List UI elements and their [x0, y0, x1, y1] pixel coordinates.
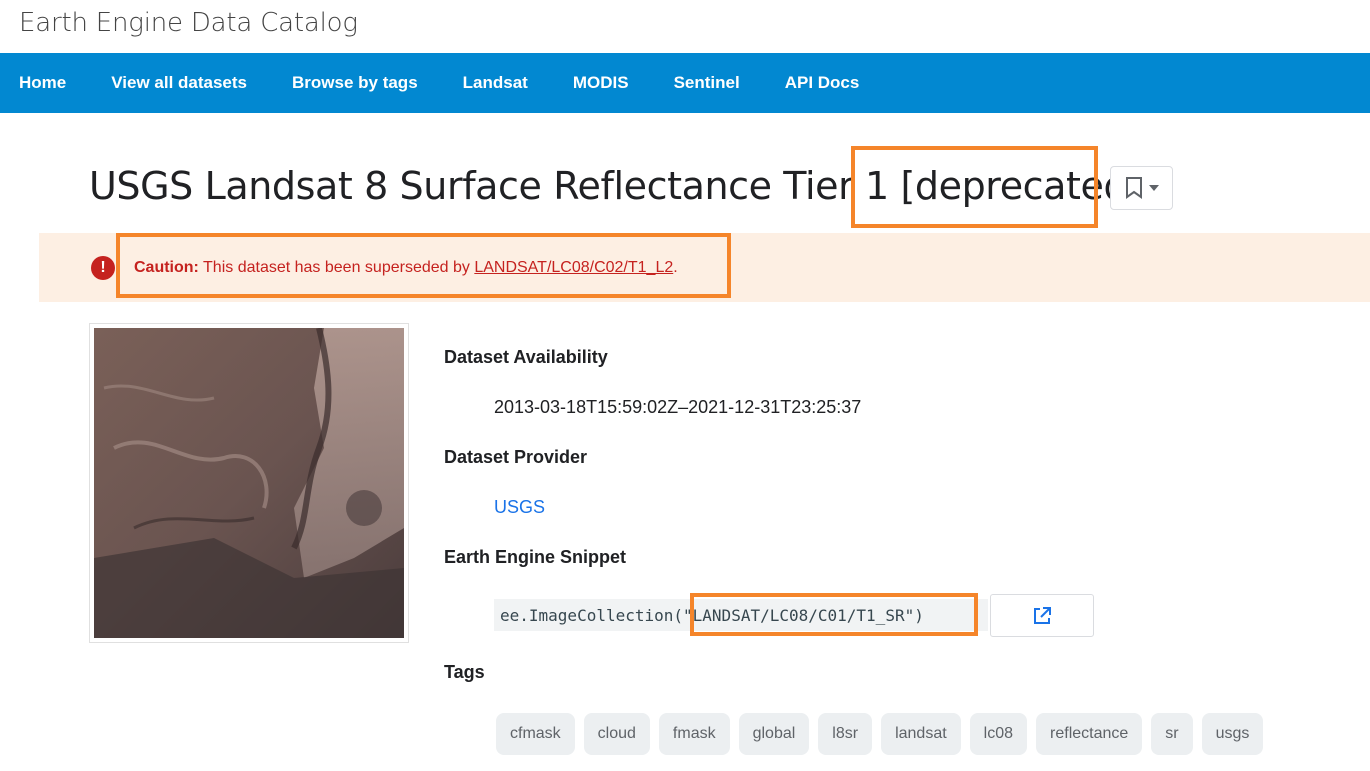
bookmark-button[interactable]: [1110, 166, 1173, 210]
nav-landsat[interactable]: Landsat: [463, 73, 528, 93]
bookmark-icon: [1125, 177, 1142, 199]
page-title-main: USGS Landsat 8 Surface Reflectance Tier …: [89, 164, 901, 208]
tag-chip[interactable]: sr: [1151, 713, 1193, 755]
provider-label: Dataset Provider: [444, 447, 588, 467]
nav-sentinel[interactable]: Sentinel: [674, 73, 740, 93]
provider-link[interactable]: USGS: [494, 497, 545, 518]
availability-label: Dataset Availability: [444, 347, 608, 367]
dataset-thumbnail: [94, 328, 404, 638]
tag-chip[interactable]: reflectance: [1036, 713, 1143, 755]
tag-chip[interactable]: lc08: [969, 713, 1028, 755]
tag-chip[interactable]: global: [738, 713, 810, 755]
tag-chip[interactable]: usgs: [1201, 713, 1264, 755]
highlight-box-title: [851, 146, 1098, 228]
open-in-new-icon: [1034, 606, 1051, 624]
tag-chip[interactable]: cloud: [583, 713, 650, 755]
snippet-label: Earth Engine Snippet: [444, 547, 627, 567]
tag-chip[interactable]: l8sr: [818, 713, 873, 755]
caret-down-icon: [1148, 185, 1159, 191]
nav-browse-by-tags[interactable]: Browse by tags: [292, 73, 418, 93]
availability-value: 2013-03-18T15:59:02Z–2021-12-31T23:25:37: [494, 397, 862, 417]
highlight-box-snippet: [690, 593, 978, 636]
tag-chip[interactable]: landsat: [881, 713, 961, 755]
top-nav: Home View all datasets Browse by tags La…: [0, 53, 1370, 113]
nav-home[interactable]: Home: [19, 73, 66, 93]
tag-chip[interactable]: cfmask: [496, 713, 575, 755]
nav-api-docs[interactable]: API Docs: [785, 73, 860, 93]
open-in-code-editor-button[interactable]: [990, 594, 1094, 637]
snippet-prefix: ee.ImageCollection: [500, 605, 674, 625]
tags-label: Tags: [444, 662, 485, 682]
nav-view-all-datasets[interactable]: View all datasets: [111, 73, 247, 93]
exclamation-icon: !: [91, 256, 115, 280]
site-title[interactable]: Earth Engine Data Catalog: [19, 8, 358, 38]
tag-chip[interactable]: fmask: [658, 713, 730, 755]
tag-list: cfmask cloud fmask global l8sr landsat l…: [496, 713, 1264, 755]
nav-modis[interactable]: MODIS: [573, 73, 629, 93]
highlight-box-caution: [116, 233, 731, 298]
